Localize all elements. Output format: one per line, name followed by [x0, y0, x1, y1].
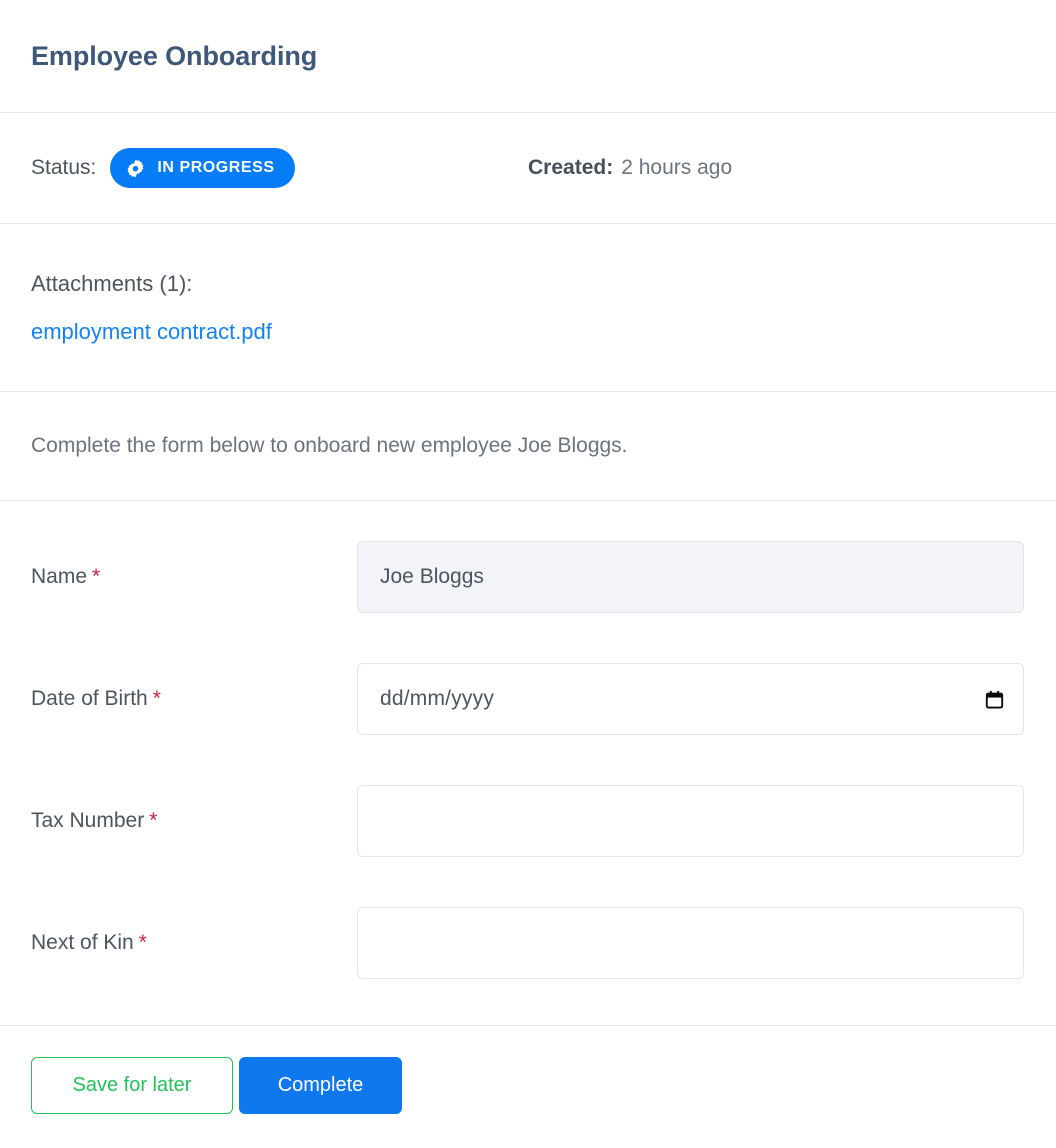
date-of-birth-field-label: Date of Birth*: [31, 687, 357, 711]
status-label: Status:: [31, 156, 96, 180]
page-title: Employee Onboarding: [31, 40, 317, 72]
task-card: Employee Onboarding Status: IN PROGRESS …: [0, 0, 1056, 1148]
onboarding-form: Name* Joe Bloggs Date of Birth* dd/mm/yy…: [0, 501, 1056, 1025]
save-for-later-button[interactable]: Save for later: [31, 1057, 233, 1114]
name-field-label: Name*: [31, 565, 357, 589]
description-section: Complete the form below to onboard new e…: [0, 392, 1056, 500]
description-text: Complete the form below to onboard new e…: [31, 434, 628, 458]
required-marker: *: [153, 687, 161, 710]
tax-number-field-label: Tax Number*: [31, 809, 357, 833]
form-row-name: Name* Joe Bloggs: [31, 531, 1025, 623]
card-header: Employee Onboarding: [0, 0, 1056, 112]
card-footer: Save for later Complete: [0, 1026, 1056, 1148]
next-of-kin-label-text: Next of Kin: [31, 931, 134, 954]
name-input-value: Joe Bloggs: [380, 565, 484, 589]
attachments-title: Attachments (1):: [31, 271, 1025, 297]
status-badge-label: IN PROGRESS: [157, 159, 274, 177]
required-marker: *: [149, 809, 157, 832]
required-marker: *: [139, 931, 147, 954]
date-of-birth-input[interactable]: dd/mm/yyyy: [357, 663, 1024, 735]
tax-number-input[interactable]: [357, 785, 1024, 857]
attachments-section: Attachments (1): employment contract.pdf: [0, 224, 1056, 391]
created-value: 2 hours ago: [621, 156, 732, 180]
form-row-next-of-kin: Next of Kin*: [31, 897, 1025, 989]
name-label-text: Name: [31, 565, 87, 588]
gear-icon: [126, 159, 145, 178]
status-block: Status: IN PROGRESS: [31, 148, 528, 188]
date-of-birth-placeholder: dd/mm/yyyy: [380, 687, 494, 711]
created-block: Created: 2 hours ago: [528, 156, 732, 180]
attachment-link[interactable]: employment contract.pdf: [31, 319, 272, 345]
form-row-date-of-birth: Date of Birth* dd/mm/yyyy: [31, 653, 1025, 745]
next-of-kin-field-label: Next of Kin*: [31, 931, 357, 955]
required-marker: *: [92, 565, 100, 588]
calendar-icon[interactable]: [984, 689, 1005, 710]
tax-number-label-text: Tax Number: [31, 809, 144, 832]
form-row-tax-number: Tax Number*: [31, 775, 1025, 867]
complete-button[interactable]: Complete: [239, 1057, 402, 1114]
status-badge: IN PROGRESS: [110, 148, 294, 188]
task-meta-row: Status: IN PROGRESS Created: 2 hours ago: [0, 113, 1056, 223]
created-label: Created:: [528, 156, 613, 180]
next-of-kin-input[interactable]: [357, 907, 1024, 979]
name-input[interactable]: Joe Bloggs: [357, 541, 1024, 613]
date-of-birth-label-text: Date of Birth: [31, 687, 148, 710]
